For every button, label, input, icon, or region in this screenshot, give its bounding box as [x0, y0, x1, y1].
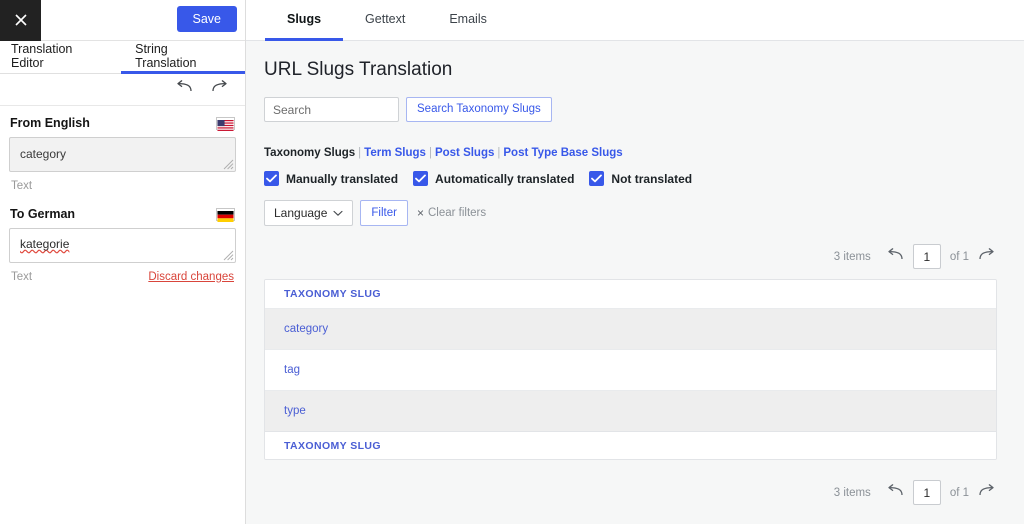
save-button[interactable]: Save — [177, 6, 238, 32]
next-arrow-icon[interactable] — [978, 484, 996, 501]
page-number-input[interactable] — [913, 244, 941, 269]
close-icon: × — [417, 206, 424, 220]
target-field-footer: Text Discard changes — [9, 270, 236, 284]
items-count-label: 3 items — [834, 487, 871, 499]
search-taxonomy-slugs-button[interactable]: Search Taxonomy Slugs — [406, 97, 552, 122]
checkbox-manually-translated[interactable]: Manually translated — [264, 171, 398, 186]
table-row[interactable]: type — [265, 390, 996, 431]
page-number-input[interactable] — [913, 480, 941, 505]
search-row: Search Taxonomy Slugs — [264, 97, 997, 122]
undo-arrow-icon[interactable] — [175, 80, 193, 99]
language-select[interactable]: Language — [264, 200, 353, 226]
source-field-footer: Text — [9, 179, 236, 193]
filter-button[interactable]: Filter — [360, 200, 408, 226]
slug-link[interactable]: category — [284, 323, 328, 335]
table-header: TAXONOMY SLUG — [265, 280, 996, 308]
clear-filters-label: Clear filters — [428, 207, 486, 219]
prev-arrow-icon[interactable] — [886, 484, 904, 501]
tab-translation-editor[interactable]: Translation Editor — [0, 41, 121, 74]
slug-link[interactable]: type — [284, 405, 306, 417]
sidebar-history-nav — [0, 74, 245, 106]
checkbox-label: Not translated — [611, 172, 692, 186]
slug-type-subnav: Taxonomy Slugs|Term Slugs|Post Slugs|Pos… — [264, 147, 997, 159]
next-arrow-icon[interactable] — [978, 248, 996, 265]
translation-status-filters: Manually translated Automatically transl… — [264, 171, 997, 186]
subnav-post-slugs[interactable]: Post Slugs — [435, 147, 494, 159]
table-footer: TAXONOMY SLUG — [265, 431, 996, 459]
source-type-label: Text — [11, 180, 32, 192]
checkbox-not-translated[interactable]: Not translated — [589, 171, 692, 186]
filter-controls: Language Filter × Clear filters — [264, 200, 997, 226]
source-text-input[interactable] — [9, 137, 236, 172]
subnav-taxonomy-slugs: Taxonomy Slugs — [264, 147, 355, 159]
language-select-label: Language — [274, 206, 327, 220]
sidebar-topbar: Save — [0, 0, 245, 41]
page-total-label: of 1 — [950, 487, 969, 499]
clear-filters-link[interactable]: × Clear filters — [417, 206, 486, 220]
items-count-label: 3 items — [834, 251, 871, 263]
checkbox-label: Automatically translated — [435, 172, 574, 186]
redo-arrow-icon[interactable] — [211, 80, 229, 99]
main-panel: Slugs Gettext Emails URL Slugs Translati… — [246, 0, 1024, 524]
checkmark-icon — [589, 171, 604, 186]
tab-emails[interactable]: Emails — [427, 0, 509, 41]
subnav-term-slugs[interactable]: Term Slugs — [364, 147, 426, 159]
target-type-label: Text — [11, 271, 32, 283]
subnav-separator: | — [426, 147, 435, 159]
sidebar-tabs: Translation Editor String Translation — [0, 41, 245, 74]
checkmark-icon — [413, 171, 428, 186]
page-total-label: of 1 — [950, 251, 969, 263]
pagination-top: 3 items of 1 — [264, 244, 997, 269]
slug-link[interactable]: tag — [284, 364, 300, 376]
target-language-label: To German — [10, 207, 75, 221]
source-language-label: From English — [10, 116, 90, 130]
checkbox-label: Manually translated — [286, 172, 398, 186]
taxonomy-slugs-table: TAXONOMY SLUG category tag type TAXONOMY… — [264, 279, 997, 460]
target-textarea-wrap: kategorie — [9, 228, 236, 263]
target-field-header: To German — [9, 207, 236, 221]
sidebar-body: From English — [0, 106, 245, 284]
subnav-separator: | — [355, 147, 364, 159]
main-tabs: Slugs Gettext Emails — [246, 0, 1024, 41]
page-title: URL Slugs Translation — [264, 59, 997, 81]
tab-slugs[interactable]: Slugs — [265, 0, 343, 41]
discard-changes-link[interactable]: Discard changes — [148, 271, 234, 283]
app-root: Save Translation Editor String Translati… — [0, 0, 1024, 524]
target-text-input[interactable] — [9, 228, 236, 263]
table-row[interactable]: tag — [265, 349, 996, 390]
close-icon[interactable] — [0, 0, 41, 41]
us-flag-icon — [216, 117, 235, 130]
tab-string-translation[interactable]: String Translation — [121, 41, 245, 74]
table-row[interactable]: category — [265, 308, 996, 349]
translation-sidebar: Save Translation Editor String Translati… — [0, 0, 246, 524]
chevron-down-icon — [333, 210, 343, 217]
prev-arrow-icon[interactable] — [886, 248, 904, 265]
pagination-bottom: 3 items of 1 — [264, 480, 997, 505]
search-input[interactable] — [264, 97, 399, 122]
checkbox-automatically-translated[interactable]: Automatically translated — [413, 171, 574, 186]
subnav-post-type-base-slugs[interactable]: Post Type Base Slugs — [503, 147, 622, 159]
source-field-header: From English — [9, 116, 236, 130]
tab-gettext[interactable]: Gettext — [343, 0, 427, 41]
checkmark-icon — [264, 171, 279, 186]
de-flag-icon — [216, 208, 235, 221]
source-textarea-wrap — [9, 137, 236, 172]
main-content: URL Slugs Translation Search Taxonomy Sl… — [246, 41, 1024, 505]
